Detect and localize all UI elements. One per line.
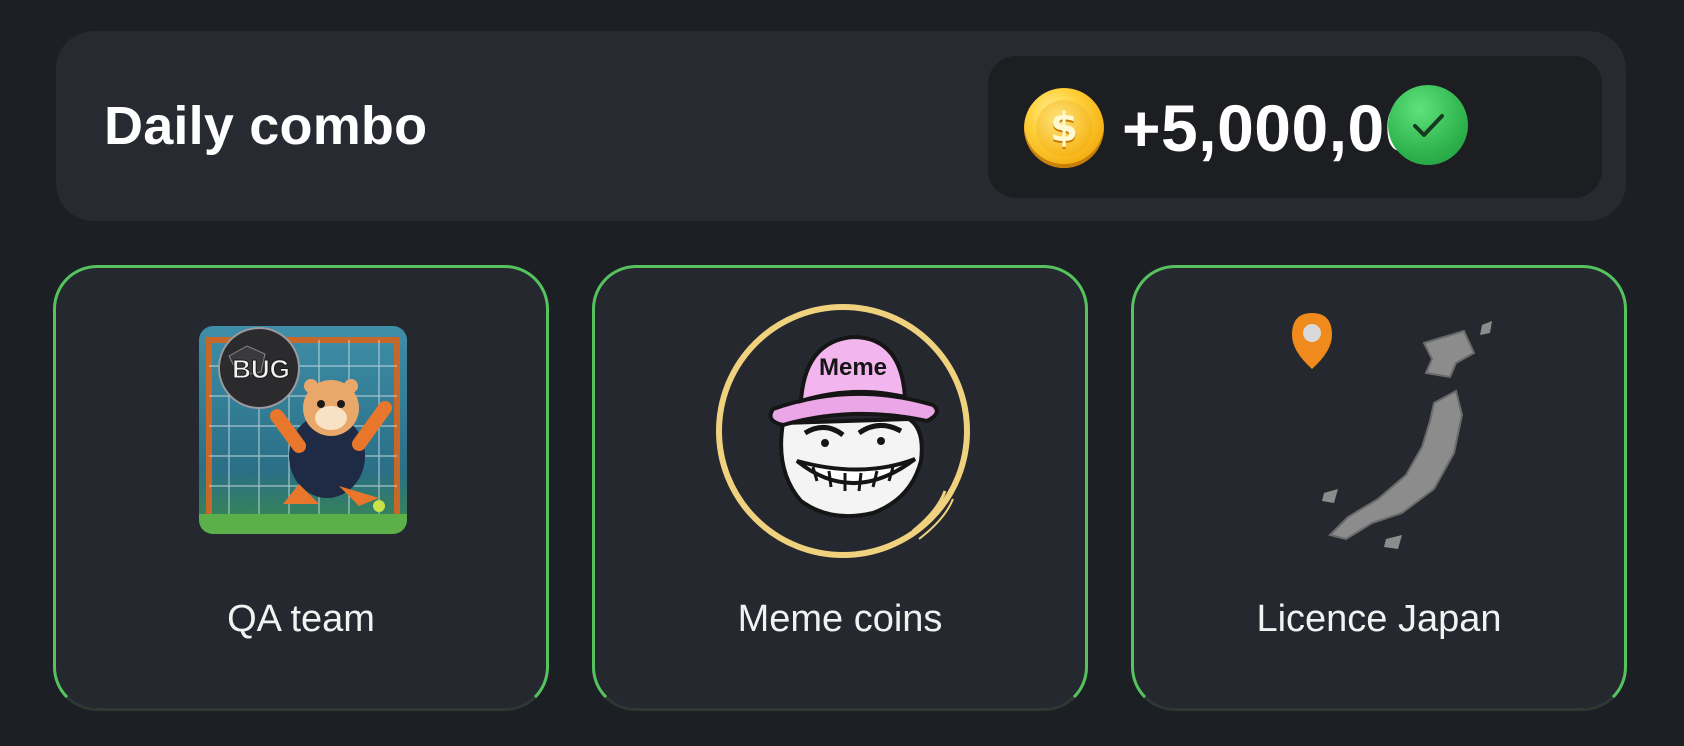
trollface-meme-image: Meme xyxy=(713,301,973,561)
hamster-goalkeeper-image: BUG xyxy=(199,326,407,534)
combo-card-qa-team[interactable]: BUG QA team xyxy=(53,265,549,711)
coin-icon: $ xyxy=(1024,88,1104,168)
card-label-licence-japan: Licence Japan xyxy=(1256,598,1502,640)
card-label-qa-team: QA team xyxy=(227,598,375,640)
meme-hat-text: Meme xyxy=(819,354,887,381)
daily-combo-header: Daily combo $ +5,000,000 xyxy=(56,31,1626,221)
daily-combo-title: Daily combo xyxy=(104,96,428,156)
reward-box: $ +5,000,000 xyxy=(988,56,1602,198)
combo-card-meme-coins[interactable]: Meme Meme coins xyxy=(592,265,1088,711)
combo-card-licence-japan[interactable]: Licence Japan xyxy=(1131,265,1627,711)
card-label-meme-coins: Meme coins xyxy=(737,598,943,640)
checkmark-glyph xyxy=(1413,114,1444,137)
checkmark-icon xyxy=(1388,85,1468,165)
japan-map-image xyxy=(1274,303,1524,573)
coin-symbol: $ xyxy=(1036,100,1092,156)
bug-badge-text: BUG xyxy=(232,354,290,384)
